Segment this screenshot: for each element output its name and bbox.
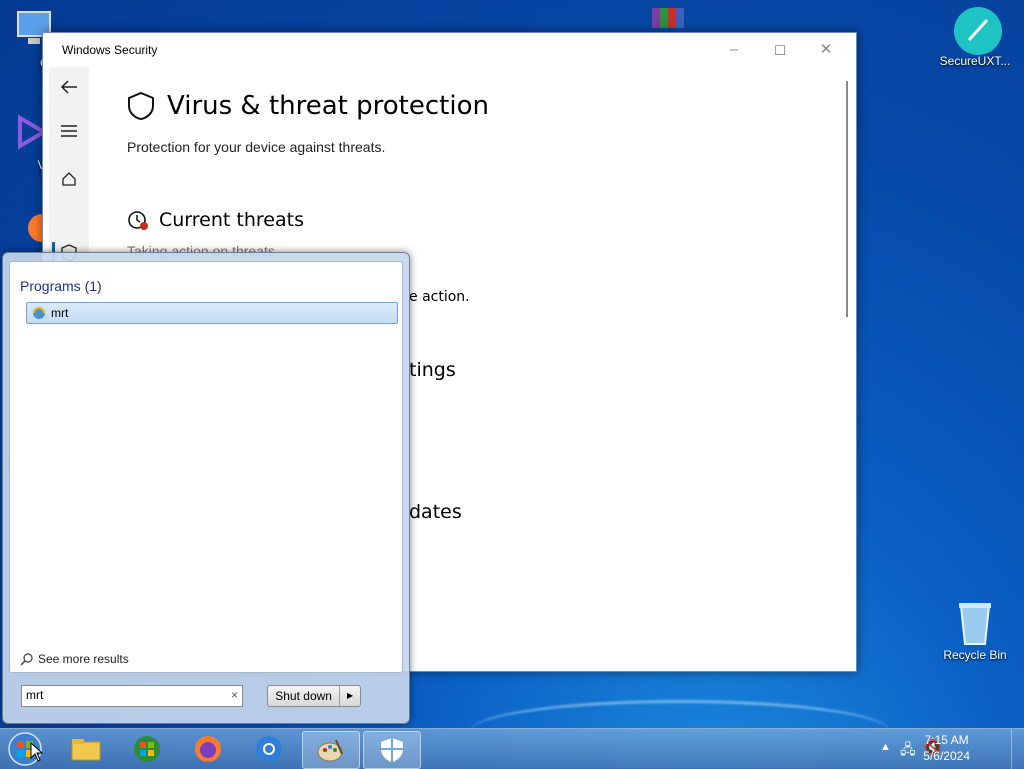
home-icon xyxy=(62,172,76,186)
shield-icon xyxy=(128,91,154,121)
shutdown-options-arrow[interactable]: ▶ xyxy=(340,686,360,706)
desktop-icon-label: SecureUXT... xyxy=(939,54,1011,68)
recycle-bin-icon xyxy=(953,600,997,645)
taskbar-paint[interactable] xyxy=(302,731,360,769)
clock[interactable]: 7:15 AM 5/6/2024 xyxy=(923,732,970,764)
media-player-icon xyxy=(134,736,160,762)
result-item-label: mrt xyxy=(51,306,69,320)
settings-heading-fragment: tings xyxy=(409,359,456,381)
taskbar-chrome[interactable] xyxy=(241,731,297,767)
shield-icon xyxy=(381,738,403,762)
maximize-button[interactable]: ◻ xyxy=(765,39,795,61)
desktop-icon-label: Recycle Bin xyxy=(943,648,1007,662)
show-hidden-icons[interactable]: ▲ xyxy=(880,741,891,753)
nav-home[interactable] xyxy=(49,163,89,195)
start-menu: Programs (1) mrt See more results × Shut… xyxy=(2,252,410,724)
clear-search-icon[interactable]: × xyxy=(231,688,238,702)
mrt-icon xyxy=(33,307,45,319)
desktop-icon-recycle-bin[interactable]: Recycle Bin xyxy=(937,600,1013,662)
result-item-mrt[interactable]: mrt xyxy=(26,302,398,324)
clock-date: 5/6/2024 xyxy=(923,749,970,763)
search-input[interactable] xyxy=(22,686,220,704)
back-button[interactable] xyxy=(49,71,89,103)
see-more-label: See more results xyxy=(38,652,129,666)
shutdown-control: Shut down ▶ xyxy=(267,685,361,707)
page-heading: Virus & threat protection xyxy=(127,91,489,121)
content-scrollbar[interactable] xyxy=(846,81,848,317)
window-titlebar[interactable]: Windows Security – ◻ ✕ xyxy=(43,33,856,67)
magnifier-icon xyxy=(20,653,33,666)
mouse-cursor-icon xyxy=(30,742,44,762)
secureuxt-icon xyxy=(953,6,1002,55)
hamburger-icon xyxy=(61,125,77,137)
paint-icon xyxy=(317,739,343,762)
back-arrow-icon xyxy=(60,80,77,94)
taskbar-windows-security[interactable] xyxy=(363,731,421,769)
window-title: Windows Security xyxy=(62,43,158,57)
section-title: Current threats xyxy=(159,209,304,231)
desktop-icon-secureuxt[interactable]: SecureUXT... xyxy=(937,6,1013,68)
search-results-panel: Programs (1) mrt See more results xyxy=(9,261,403,673)
threat-history-icon xyxy=(128,211,148,230)
clock-time: 7:15 AM xyxy=(924,733,969,747)
close-button[interactable]: ✕ xyxy=(811,39,841,61)
minimize-button[interactable]: – xyxy=(719,39,749,61)
see-more-results-link[interactable]: See more results xyxy=(20,652,129,666)
menu-button[interactable] xyxy=(49,115,89,147)
show-desktop-button[interactable] xyxy=(1011,729,1024,769)
page-subtitle: Protection for your device against threa… xyxy=(127,139,386,155)
network-icon[interactable]: 🖧 xyxy=(900,739,916,763)
firefox-icon xyxy=(195,736,221,762)
taskbar-media-player[interactable] xyxy=(119,731,175,767)
taskbar-explorer[interactable] xyxy=(58,731,114,767)
action-text-fragment: e action. xyxy=(409,289,470,305)
taskbar: ▲ 🖧 🔇 7:15 AM 5/6/2024 xyxy=(0,728,1024,769)
taskbar-firefox[interactable] xyxy=(180,731,236,767)
section-current-threats: Current threats xyxy=(127,209,304,231)
start-search-box[interactable]: × xyxy=(21,685,243,707)
results-group-label: Programs (1) xyxy=(20,278,102,294)
shutdown-button[interactable]: Shut down xyxy=(268,686,341,706)
folder-icon xyxy=(71,739,101,761)
chrome-icon xyxy=(256,736,282,762)
page-title: Virus & threat protection xyxy=(167,91,489,121)
updates-heading-fragment: dates xyxy=(409,501,462,523)
